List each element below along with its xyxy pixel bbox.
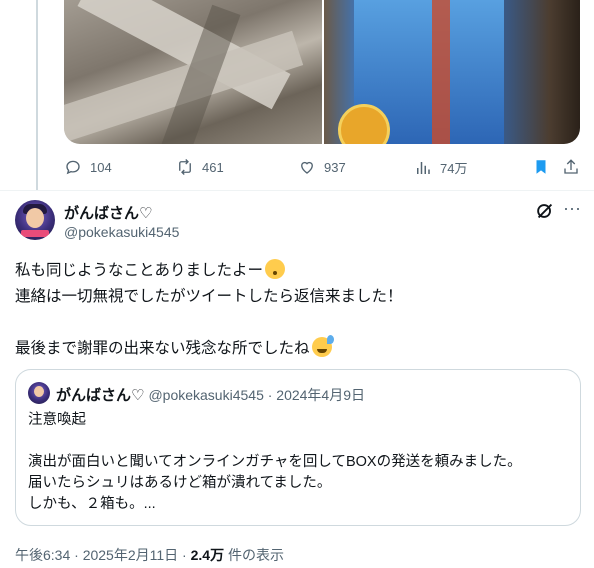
tweet-line: 連絡は一切無視でしたがツイートしたら返信来ました！ xyxy=(15,288,403,305)
bookmark-icon xyxy=(536,160,546,174)
divider xyxy=(0,190,594,191)
kissing-face-emoji-icon xyxy=(265,259,286,279)
like-count: 937 xyxy=(324,159,346,175)
like-button[interactable]: 937 xyxy=(298,158,346,176)
thread-connector-line xyxy=(36,0,38,190)
timestamp[interactable]: 午後6:34 · 2025年2月11日 xyxy=(15,547,178,563)
media-photo-1[interactable] xyxy=(64,0,322,144)
quoted-tweet[interactable]: がんばさん♡ @pokekasuki4545 · 2024年4月9日 注意喚起 演… xyxy=(15,369,581,526)
bookmark-button[interactable] xyxy=(532,158,550,176)
quoted-handle-date: @pokekasuki4545 · 2024年4月9日 xyxy=(148,387,366,403)
grok-icon[interactable] xyxy=(534,200,556,222)
quoted-line xyxy=(28,431,568,452)
views-label: 件の表示 xyxy=(227,547,284,563)
quoted-line: 演出が面白いと聞いてオンラインガチャを回してBOXの発送を頼みました。 xyxy=(28,454,522,470)
tweet-line: 私も同じようなことありましたよー xyxy=(15,258,575,284)
tweet-line: 最後まで謝罪の出来ない残念な所でしたね xyxy=(15,335,575,362)
retweet-icon xyxy=(179,159,191,175)
quoted-avatar xyxy=(28,382,50,404)
views-count: 74万 xyxy=(440,161,468,176)
media-photo-2[interactable] xyxy=(324,0,580,144)
quoted-header: がんばさん♡ @pokekasuki4545 · 2024年4月9日 xyxy=(56,384,365,405)
reply-button[interactable]: 104 xyxy=(64,158,112,176)
sweat-smile-emoji-icon xyxy=(311,335,334,357)
views-button[interactable]: 74万 xyxy=(414,158,467,177)
author-handle[interactable]: @pokekasuki4545 xyxy=(64,224,179,240)
quoted-line: 届いたらシュリはあるけど箱が潰れてました。 xyxy=(28,475,332,491)
reply-count: 104 xyxy=(90,159,112,175)
more-options-icon[interactable]: ··· xyxy=(560,199,584,222)
tweet-text: 私も同じようなことありましたよー 連絡は一切無視でしたがツイートしたら返信来まし… xyxy=(15,258,575,362)
avatar[interactable] xyxy=(15,200,55,240)
heart-icon xyxy=(301,161,313,174)
author-display-name[interactable]: がんばさん♡ xyxy=(64,202,152,223)
views-total: 2.4万 xyxy=(190,547,225,563)
quoted-display-name: がんばさん♡ xyxy=(56,387,145,404)
tweet-line xyxy=(15,310,575,336)
share-button[interactable] xyxy=(562,158,580,176)
quoted-line: しかも、２箱も。... xyxy=(28,496,156,512)
tweet-footer: 午後6:34 · 2025年2月11日 · 2.4万 件の表示 xyxy=(15,547,284,563)
reply-icon xyxy=(66,160,80,175)
previous-tweet-actions: 104 461 937 74万 xyxy=(64,158,584,180)
retweet-button[interactable]: 461 xyxy=(176,158,224,176)
analytics-icon xyxy=(417,161,430,174)
quoted-text: 注意喚起 演出が面白いと聞いてオンラインガチャを回してBOXの発送を頼みました。… xyxy=(28,410,568,515)
share-icon xyxy=(564,159,578,174)
previous-tweet-media[interactable] xyxy=(64,0,580,144)
retweet-count: 461 xyxy=(202,159,224,175)
quoted-line: 注意喚起 xyxy=(28,412,86,428)
